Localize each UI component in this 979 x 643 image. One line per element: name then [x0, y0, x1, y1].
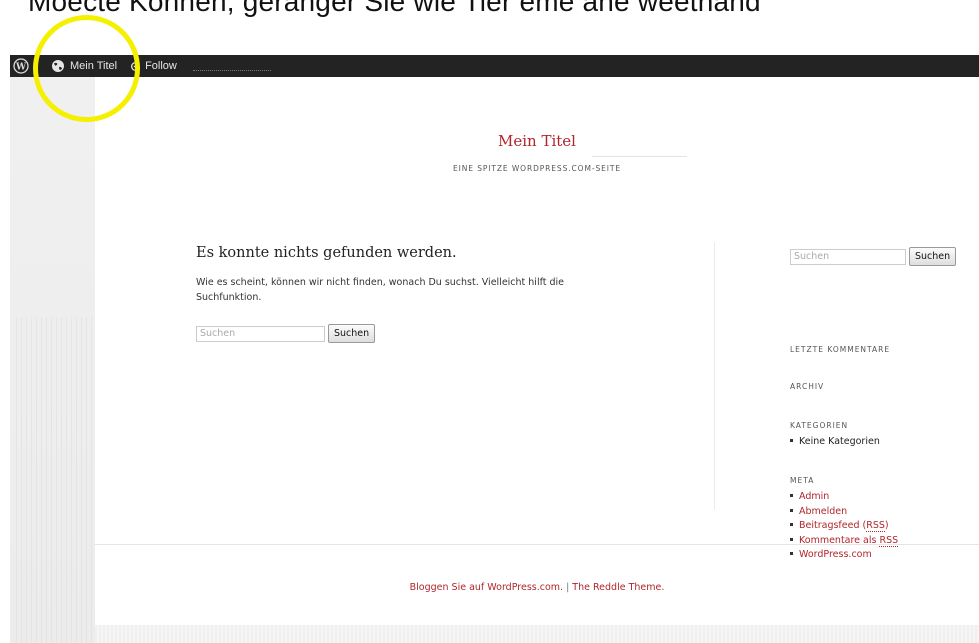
plus-circle-icon [131, 61, 141, 71]
wordpress-com-link[interactable]: WordPress.com [799, 549, 872, 560]
sidebar-search-input[interactable]: Suchen [790, 248, 906, 265]
site-description: EINE SPITZE WORDPRESS.COM-SEITE [453, 164, 621, 173]
footer-separator: | [563, 582, 573, 593]
admin-bar-dotted-separator [192, 70, 271, 72]
posts-feed-prefix: Beitragsfeed ( [799, 520, 867, 531]
footer-divider [95, 544, 979, 545]
site-title-link[interactable]: Mein Titel [498, 132, 576, 150]
admin-bar-follow-label: Follow [145, 60, 177, 72]
background-pattern [16, 317, 94, 643]
meta-item-comments-feed: Kommentare als RSS [790, 534, 899, 549]
globe-icon [52, 60, 64, 72]
wordpress-icon[interactable]: W [13, 58, 29, 74]
rss-abbr: RSS [866, 520, 885, 532]
caption-text: Moecte Konnen, geranger Sie wie Tier eme… [28, 0, 761, 17]
page-title: Es konnte nichts gefunden werden. [196, 245, 457, 261]
meta-item-admin: Admin [790, 490, 898, 505]
sidebar-search-form: Suchen Suchen [790, 247, 957, 266]
meta-list: Admin Abmelden Beitragsfeed (RSS) Kommen… [790, 490, 899, 563]
meta-item-logout: Abmelden [790, 505, 898, 520]
not-found-message: Wie es scheint, können wir nicht finden,… [196, 277, 565, 303]
admin-bar-site-label: Mein Titel [70, 60, 118, 72]
sidebar-search-button[interactable]: Suchen [909, 247, 957, 266]
list-item: Keine Kategorien [790, 435, 880, 450]
main-search-form: Suchen Suchen [196, 324, 376, 343]
meta-item-wordpress: WordPress.com [790, 548, 898, 563]
admin-bar: W Mein Titel Follow [10, 55, 979, 78]
footer: Bloggen Sie auf WordPress.com. | The Red… [95, 582, 979, 593]
content-divider [714, 242, 715, 510]
posts-feed-suffix: ) [884, 520, 889, 531]
svg-text:W: W [15, 63, 27, 73]
admin-link[interactable]: Admin [799, 491, 829, 502]
widget-heading-archive: ARCHIV [790, 382, 825, 391]
posts-feed-link[interactable]: Beitragsfeed (RSS) [799, 520, 889, 532]
admin-bar-site-item[interactable]: Mein Titel [51, 59, 117, 73]
categories-list: Keine Kategorien [790, 435, 880, 450]
footer-wordpress-link[interactable]: Bloggen Sie auf WordPress.com. [410, 582, 563, 593]
footer-theme-link[interactable]: The Reddle Theme. [572, 582, 664, 593]
browser-page: W Mein Titel Follow Mein Titel EINE SPIT… [10, 55, 979, 643]
widget-heading-recent-comments: LETZTE KOMMENTARE [790, 345, 891, 354]
widget-heading-meta: META [790, 476, 815, 485]
page-content: Mein Titel EINE SPITZE WORDPRESS.COM-SEI… [95, 77, 979, 625]
sidebar-search-placeholder: Suchen [794, 251, 830, 262]
site-title-underline [592, 156, 687, 157]
site-title[interactable]: Mein Titel [95, 132, 979, 150]
left-background-strip [10, 77, 95, 643]
main-search-button[interactable]: Suchen [328, 324, 376, 343]
widget-heading-categories: KATEGORIEN [790, 421, 849, 430]
logout-link[interactable]: Abmelden [799, 506, 847, 517]
main-search-placeholder: Suchen [200, 328, 236, 339]
bottom-background-strip [95, 625, 979, 643]
main-search-input[interactable]: Suchen [196, 325, 325, 342]
admin-bar-follow-item[interactable]: Follow [131, 60, 177, 72]
meta-item-posts-feed: Beitragsfeed (RSS) [790, 519, 898, 534]
